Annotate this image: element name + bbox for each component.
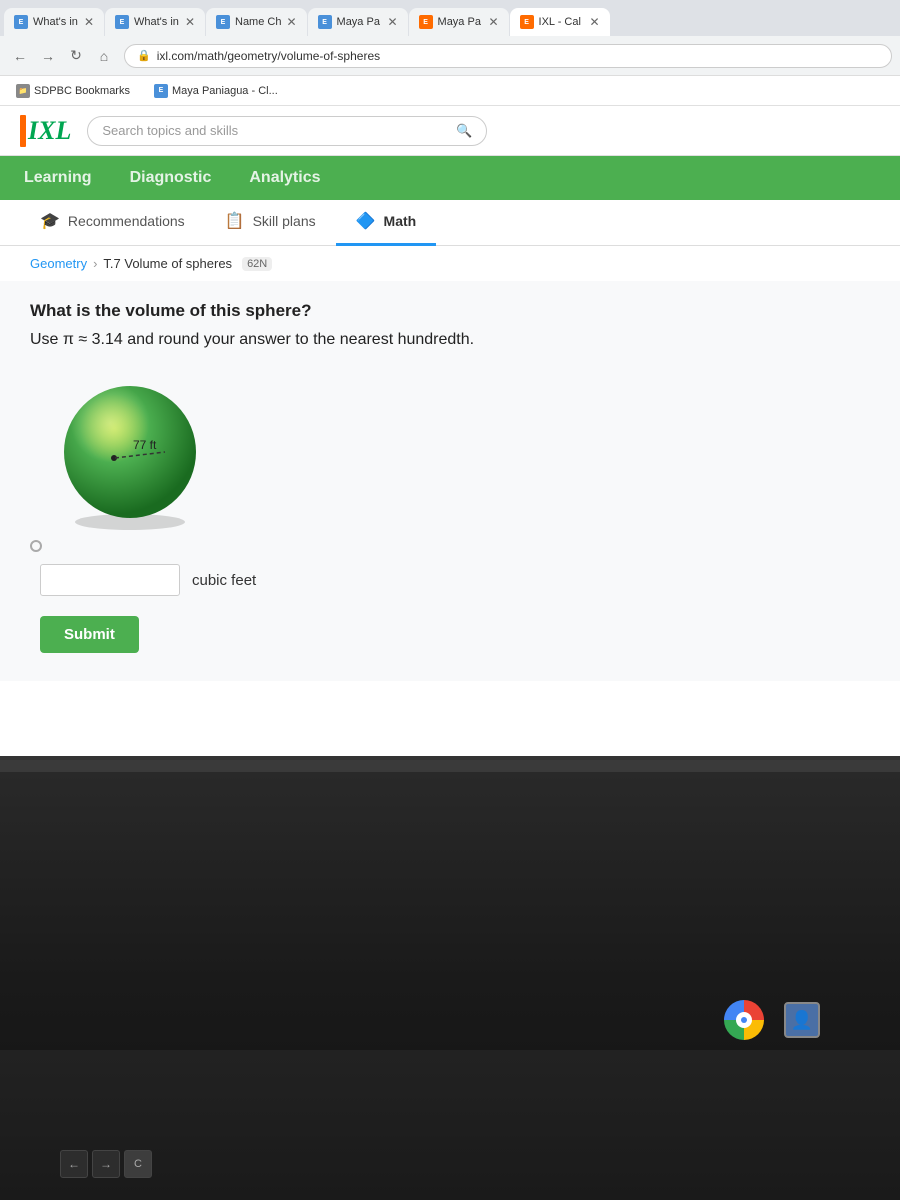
home-button[interactable]: ⌂ [92,44,116,68]
ixl-header: IXL Search topics and skills 🔍 [0,106,900,156]
ixl-search-box[interactable]: Search topics and skills 🔍 [87,116,487,146]
tab-label-4: Maya Pa [337,16,380,28]
ixl-search-placeholder: Search topics and skills [102,123,238,138]
tab-label-3: Name Ch [235,16,281,28]
answer-input[interactable] [40,564,180,596]
nav-analytics[interactable]: Analytics [245,159,324,197]
chrome-icon[interactable] [724,1000,764,1040]
nav-learning[interactable]: Learning [20,159,96,197]
answer-unit: cubic feet [192,572,256,589]
submit-button[interactable]: Submit [40,616,139,653]
tab-bar: E What's in ✕ E What's in ✕ E Name Ch ✕ … [0,0,900,36]
tab-close-6[interactable]: ✕ [589,15,599,29]
right-arrow-key[interactable]: → [92,1150,120,1178]
tab-5[interactable]: E Maya Pa ✕ [409,8,509,36]
sphere-wrapper: 77 ft [50,374,210,534]
forward-button[interactable]: → [36,44,60,68]
tab-label-1: What's in [33,16,78,28]
bookmark-favicon-2: E [154,84,168,98]
keyboard: ← → C [0,1050,900,1200]
tab-favicon-6: E [520,15,534,29]
ixl-website: IXL Search topics and skills 🔍 Learning … [0,106,900,756]
refresh-key[interactable]: C [124,1150,152,1178]
lock-icon: 🔒 [137,49,151,62]
tab-close-2[interactable]: ✕ [185,15,195,29]
sphere-diagram: 77 ft [50,374,870,534]
tab-favicon-1: E [14,15,28,29]
tab-label-5: Maya Pa [438,16,481,28]
laptop-bezel [0,760,900,772]
question-line2: Use π ≈ 3.14 and round your answer to th… [30,331,870,349]
url-text: ixl.com/math/geometry/volume-of-spheres [157,49,380,63]
laptop-body: 👤 DELL ← → C [0,760,900,1200]
question-line1: What is the volume of this sphere? [30,301,870,321]
ixl-logo-text: IXL [28,116,71,146]
tab-favicon-5: E [419,15,433,29]
url-box[interactable]: 🔒 ixl.com/math/geometry/volume-of-sphere… [124,44,892,68]
address-bar: ← → ↻ ⌂ 🔒 ixl.com/math/geometry/volume-o… [0,36,900,76]
skill-badge: 62N [242,257,272,271]
math-icon: 🔷 [356,211,376,231]
tab-favicon-3: E [216,15,230,29]
tab-math-label: Math [384,213,417,229]
nav-buttons: ← → ↻ ⌂ [8,44,116,68]
tab-recommendations[interactable]: 🎓 Recommendations [20,199,205,246]
tab-close-5[interactable]: ✕ [488,15,498,29]
ixl-nav-bar: Learning Diagnostic Analytics [0,156,900,200]
tab-skill-plans-label: Skill plans [253,213,316,229]
bookmark-maya[interactable]: E Maya Paniagua - Cl... [148,82,284,100]
tab-favicon-4: E [318,15,332,29]
breadcrumb: Geometry › T.7 Volume of spheres 62N [0,246,900,281]
recommendations-icon: 🎓 [40,211,60,231]
bookmark-label-2: Maya Paniagua - Cl... [172,85,278,97]
breadcrumb-geometry[interactable]: Geometry [30,256,87,271]
tab-label-6: IXL - Cal [539,16,581,28]
taskbar-area: 👤 [724,1000,820,1040]
circle-indicator [30,540,42,552]
tab-favicon-2: E [115,15,129,29]
nav-arrows: ← → C [60,1150,152,1178]
tab-close-3[interactable]: ✕ [286,15,296,29]
answer-area: cubic feet [40,564,870,596]
nav-diagnostic[interactable]: Diagnostic [126,159,216,197]
skill-plans-icon: 📋 [225,211,245,231]
tab-label-2: What's in [134,16,179,28]
search-icon: 🔍 [456,123,472,139]
ixl-tabs: 🎓 Recommendations 📋 Skill plans 🔷 Math [0,200,900,246]
breadcrumb-separator: › [93,256,97,271]
tab-close-4[interactable]: ✕ [387,15,397,29]
refresh-button[interactable]: ↻ [64,44,88,68]
tab-3[interactable]: E Name Ch ✕ [206,8,307,36]
tab-close-1[interactable]: ✕ [84,15,94,29]
ixl-logo: IXL [20,115,71,147]
ixl-logo-bar [20,115,26,147]
browser-screen: E What's in ✕ E What's in ✕ E Name Ch ✕ … [0,0,900,760]
tab-2[interactable]: E What's in ✕ [105,8,205,36]
back-button[interactable]: ← [8,44,32,68]
question-area: What is the volume of this sphere? Use π… [0,281,900,681]
breadcrumb-skill: T.7 Volume of spheres [103,256,232,271]
tab-4[interactable]: E Maya Pa ✕ [308,8,408,36]
tab-skill-plans[interactable]: 📋 Skill plans [205,199,336,246]
sphere-svg: 77 ft [50,374,210,534]
tab-1[interactable]: E What's in ✕ [4,8,104,36]
bookmark-sdpbc[interactable]: 📁 SDPBC Bookmarks [10,82,136,100]
tab-recommendations-label: Recommendations [68,213,185,229]
bookmarks-bar: 📁 SDPBC Bookmarks E Maya Paniagua - Cl..… [0,76,900,106]
user-account-icon[interactable]: 👤 [784,1002,820,1038]
bookmark-label-1: SDPBC Bookmarks [34,85,130,97]
browser-window: E What's in ✕ E What's in ✕ E Name Ch ✕ … [0,0,900,756]
bookmark-favicon-1: 📁 [16,84,30,98]
left-arrow-key[interactable]: ← [60,1150,88,1178]
tab-6[interactable]: E IXL - Cal ✕ [510,8,610,36]
svg-text:77 ft: 77 ft [133,438,157,452]
tab-math[interactable]: 🔷 Math [336,199,437,246]
